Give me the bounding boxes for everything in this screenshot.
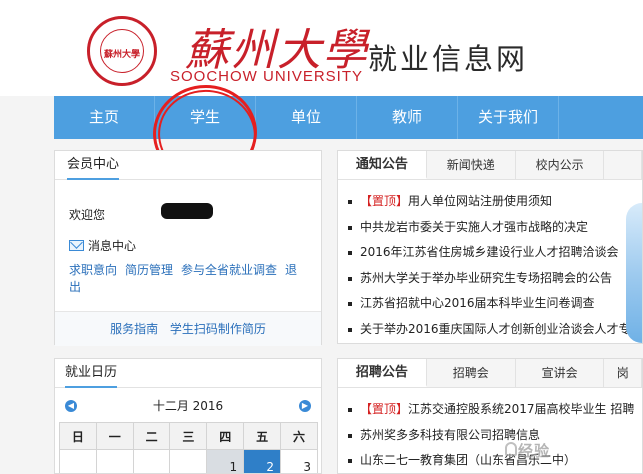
mail-icon — [69, 240, 84, 251]
site-title: 就业信息网 — [368, 42, 529, 76]
page: 蘇州大學 蘇州大學 SOOCHOW UNIVERSITY 就业信息网 主页 学生… — [0, 0, 643, 474]
list-item[interactable]: 苏州大学关于举办毕业研究生专场招聘会的公告 — [348, 266, 642, 292]
nav-item-home[interactable]: 主页 — [54, 96, 155, 139]
service-bar: 服务指南 学生扫码制作简历 — [55, 311, 321, 346]
tab-positions[interactable]: 岗 — [604, 359, 642, 387]
weekday-thu: 四 — [206, 422, 245, 450]
nav-item-student[interactable]: 学生 — [155, 96, 256, 139]
calendar-title: 就业日历 — [55, 359, 321, 388]
calendar-day — [169, 449, 208, 473]
weekday-mon: 一 — [95, 422, 134, 450]
tab-info-session[interactable]: 宣讲会 — [516, 359, 605, 387]
prev-month-icon[interactable]: ◀ — [65, 400, 77, 412]
tab-more[interactable] — [604, 151, 642, 179]
tab-notice[interactable]: 通知公告 — [338, 151, 427, 179]
scan-resume-link[interactable]: 学生扫码制作简历 — [170, 322, 266, 336]
side-decoration-banner[interactable] — [626, 203, 642, 343]
tab-job-fair[interactable]: 招聘会 — [427, 359, 516, 387]
nav-item-about[interactable]: 关于我们 — [458, 96, 559, 139]
member-links: 求职意向 简历管理 参与全省就业调查 退出 — [69, 262, 309, 296]
notice-tabs: 通知公告 新闻快递 校内公示 — [338, 151, 642, 180]
calendar-day-today[interactable]: 2 — [243, 449, 282, 473]
weekday-fri: 五 — [243, 422, 282, 450]
notice-panel: 通知公告 新闻快递 校内公示 【置顶】用人单位网站注册使用须知 中共龙岩市委关于… — [337, 150, 643, 344]
list-item[interactable]: 山东二七一教育集团（山东省昌乐二中） — [348, 448, 642, 473]
calendar-day — [59, 449, 97, 473]
university-english-name: SOOCHOW UNIVERSITY — [170, 68, 364, 85]
list-item[interactable]: 苏州奖多多科技有限公司招聘信息 — [348, 423, 642, 449]
message-center-link[interactable]: 消息中心 — [69, 237, 136, 254]
weekday-tue: 二 — [132, 422, 171, 450]
notice-list: 【置顶】用人单位网站注册使用须知 中共龙岩市委关于实施人才强市战略的决定 201… — [348, 189, 642, 343]
tab-recruitment-notice[interactable]: 招聘公告 — [338, 359, 427, 387]
job-intention-link[interactable]: 求职意向 — [69, 263, 117, 277]
list-item[interactable]: 中共龙岩市委关于实施人才强市战略的决定 — [348, 215, 642, 241]
calendar-day — [132, 449, 171, 473]
list-item[interactable]: 【置顶】用人单位网站注册使用须知 — [348, 189, 642, 215]
main-nav: 主页 学生 单位 教师 关于我们 — [54, 96, 643, 139]
seal-text: 蘇州大學 — [103, 50, 140, 60]
watermark-text: 经验 — [518, 442, 551, 460]
list-item[interactable]: 江苏省招就中心2016届本科毕业生问卷调查 — [348, 291, 642, 317]
recruitment-panel: 招聘公告 招聘会 宣讲会 岗 【置顶】江苏交通控股系统2017届高校毕业生 招聘… — [337, 358, 643, 474]
calendar-day[interactable]: 1 — [206, 449, 245, 473]
list-item[interactable]: 2016年江苏省住房城乡建设行业人才招聘洽谈会 — [348, 240, 642, 266]
calendar-grid: 日 一 二 三 四 五 六 1 2 3 — [59, 422, 318, 473]
tab-news[interactable]: 新闻快递 — [427, 151, 516, 179]
next-month-icon[interactable]: ▶ — [299, 400, 311, 412]
calendar-day[interactable]: 3 — [280, 449, 318, 473]
calendar-day — [95, 449, 134, 473]
site-header: 蘇州大學 蘇州大學 SOOCHOW UNIVERSITY 就业信息网 — [0, 0, 643, 96]
member-center-panel: 会员中心 欢迎您 消息中心 求职意向 简历管理 参与全省就业调查 退出 服务指南 学生… — [54, 150, 322, 346]
calendar-header: ◀ 十二月 2016 ▶ — [63, 397, 313, 415]
weekday-sat: 六 — [280, 422, 318, 450]
recruitment-list: 【置顶】江苏交通控股系统2017届高校毕业生 招聘 苏州奖多多科技有限公司招聘信… — [348, 397, 642, 473]
resume-management-link[interactable]: 简历管理 — [125, 263, 173, 277]
welcome-text: 欢迎您 — [69, 208, 106, 222]
calendar-month-label: 十二月 2016 — [152, 399, 224, 413]
employment-calendar-panel: 就业日历 ◀ 十二月 2016 ▶ 日 一 二 三 四 五 六 1 2 3 — [54, 358, 322, 474]
redacted-username — [161, 203, 213, 219]
list-item[interactable]: 【置顶】江苏交通控股系统2017届高校毕业生 招聘 — [348, 397, 642, 423]
university-seal-logo[interactable]: 蘇州大學 — [87, 16, 157, 86]
weekday-wed: 三 — [169, 422, 208, 450]
weekday-sun: 日 — [59, 422, 97, 450]
nav-item-teacher[interactable]: 教师 — [357, 96, 458, 139]
watermark-icon — [505, 442, 517, 456]
employment-survey-link[interactable]: 参与全省就业调查 — [181, 263, 277, 277]
nav-item-employer[interactable]: 单位 — [256, 96, 357, 139]
tab-campus-publicity[interactable]: 校内公示 — [516, 151, 605, 179]
recruitment-tabs: 招聘公告 招聘会 宣讲会 岗 — [338, 359, 642, 388]
list-item[interactable]: 关于举办2016重庆国际人才创新创业洽谈会人才专 — [348, 317, 642, 343]
message-center-label: 消息中心 — [88, 239, 137, 253]
member-center-title: 会员中心 — [55, 151, 321, 180]
service-guide-link[interactable]: 服务指南 — [110, 322, 158, 336]
